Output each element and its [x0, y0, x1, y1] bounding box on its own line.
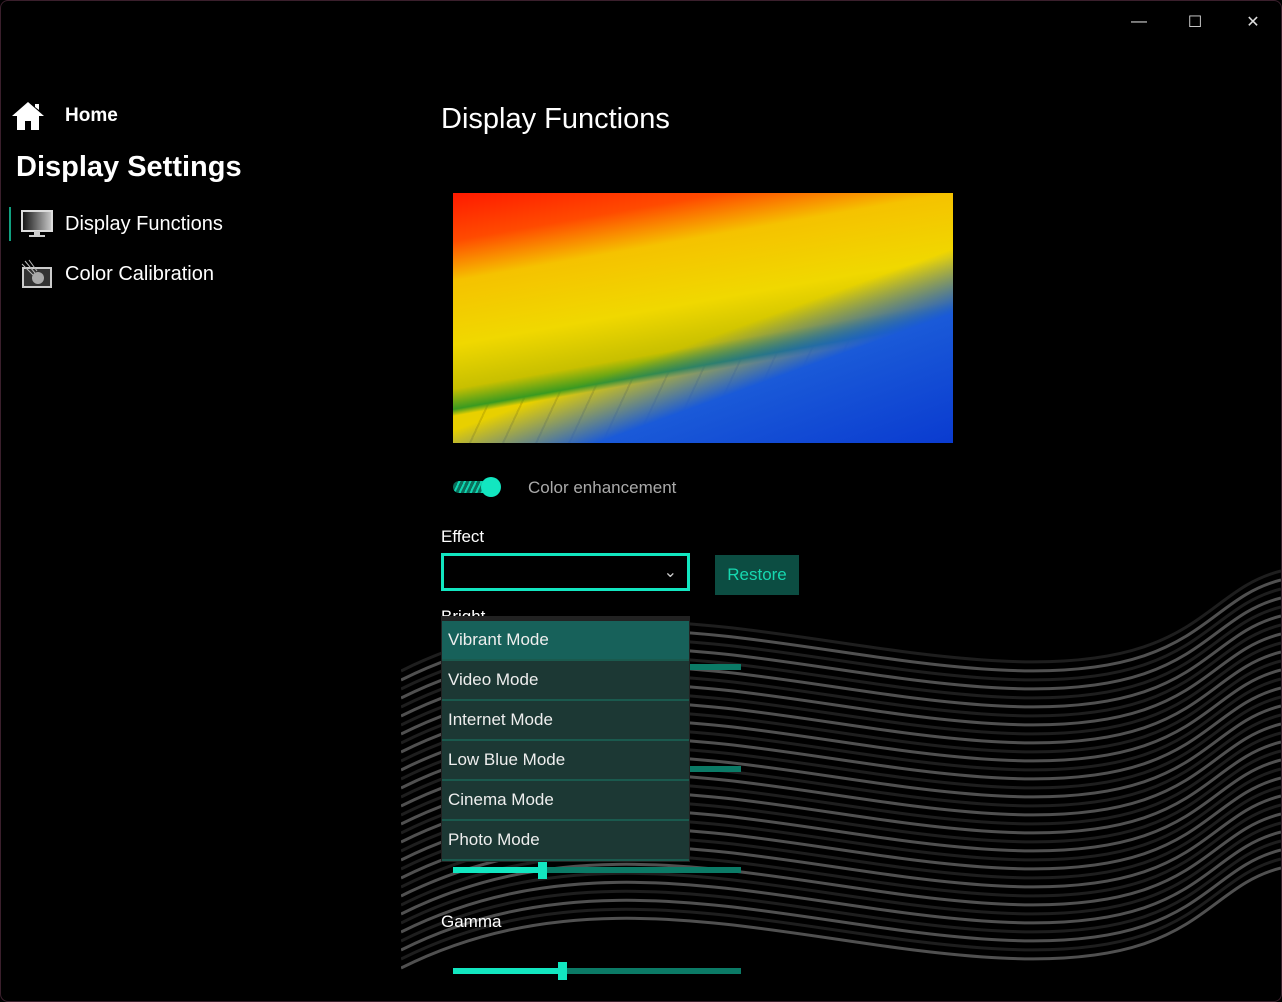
slider-3[interactable]	[453, 861, 741, 879]
dropdown-option[interactable]: Video Mode	[442, 661, 689, 701]
dropdown-option[interactable]: Low Blue Mode	[442, 741, 689, 781]
sidebar-item-color-calibration[interactable]: Color Calibration	[9, 257, 214, 291]
sidebar-item-display-functions[interactable]: Display Functions	[9, 207, 223, 241]
monitor-icon	[21, 210, 53, 237]
dropdown-option[interactable]: Photo Mode	[442, 821, 689, 861]
toggle-label: Color enhancement	[528, 478, 677, 497]
dropdown-option[interactable]: Internet Mode	[442, 701, 689, 741]
home-icon	[12, 102, 44, 130]
page-title: Display Functions	[441, 103, 670, 135]
effect-dropdown-list: Vibrant Mode Video Mode Internet Mode Low B…	[441, 616, 690, 862]
sidebar-title: Display Settings	[16, 151, 242, 183]
gamma-slider[interactable]	[453, 962, 741, 980]
dropdown-option[interactable]: Cinema Mode	[442, 781, 689, 821]
preview-image	[453, 193, 953, 443]
home-label: Home	[65, 105, 118, 126]
color-enhancement-toggle[interactable]	[453, 477, 503, 497]
effect-dropdown[interactable]: ⌄	[441, 553, 690, 591]
restore-button[interactable]: Restore	[715, 555, 799, 595]
calibration-icon	[21, 259, 52, 288]
chevron-down-icon: ⌄	[663, 564, 677, 581]
slider-thumb[interactable]	[558, 962, 568, 980]
home-link[interactable]: Home	[11, 101, 118, 131]
close-button[interactable]: ✕	[1233, 7, 1273, 37]
dropdown-option[interactable]: Vibrant Mode	[442, 621, 689, 661]
sidebar-item-label: Color Calibration	[65, 262, 214, 285]
effect-label: Effect	[441, 527, 485, 546]
minimize-button[interactable]: —	[1119, 7, 1159, 37]
maximize-button[interactable]: ☐	[1175, 7, 1215, 37]
gamma-label: Gamma	[441, 912, 502, 931]
slider-thumb[interactable]	[538, 861, 548, 879]
sidebar-item-label: Display Functions	[65, 212, 223, 235]
